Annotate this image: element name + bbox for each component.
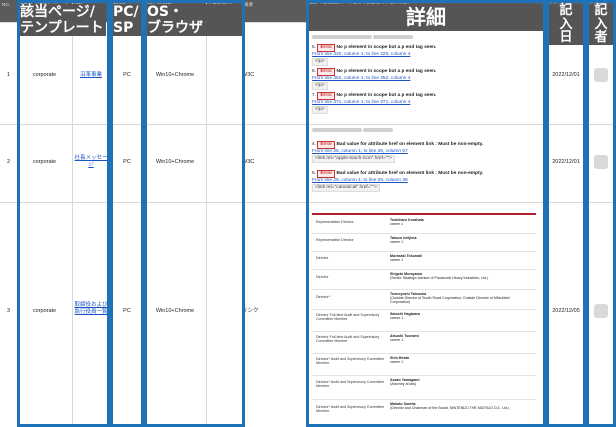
summary-cell: リンク [242, 308, 259, 314]
label-date: 記 入 日 [549, 4, 583, 45]
row-number: 3 [6, 308, 11, 314]
label-author: 記 入 者 [589, 4, 613, 45]
highlight-os-browser [144, 0, 245, 427]
label-page-template: 該当ページ/ テンプレート [20, 4, 106, 37]
highlight-pc-sp [110, 0, 144, 427]
highlight-author [586, 0, 616, 427]
row-number: 1 [6, 72, 11, 78]
label-os-browser: OS・ ブラウザ [147, 4, 242, 37]
label-detail: 詳細 [309, 4, 543, 31]
highlight-page-template [17, 0, 110, 427]
header-summary: 概要 [242, 0, 306, 22]
label-pc-sp: PC/ SP [113, 4, 141, 37]
highlight-date [546, 0, 586, 427]
row-number: 2 [6, 159, 11, 165]
header-no: NO. [0, 0, 17, 22]
highlight-detail [306, 0, 546, 427]
spreadsheet: NO. 該当ページ/テンプレート URL PC/SP OS/ブラウザ 該当箇所/… [0, 0, 616, 427]
